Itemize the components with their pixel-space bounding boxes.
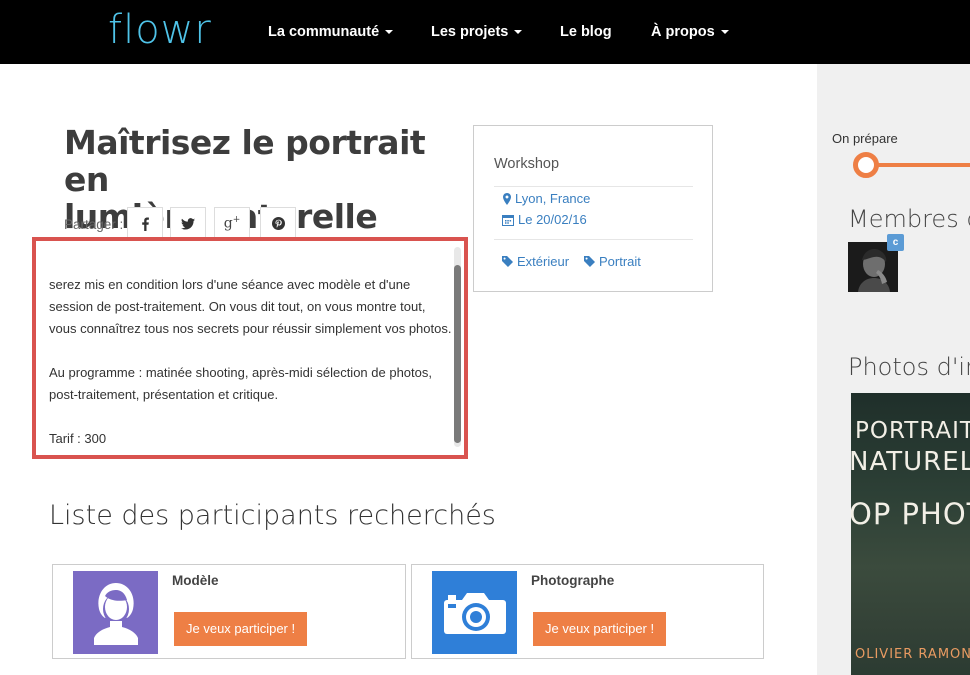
location-link[interactable]: Lyon, France — [503, 191, 590, 206]
inspiration-photo[interactable]: PORTRAIT EN NATURELLE OP PHOTO OLIVIER R… — [851, 393, 970, 675]
participate-button-photographe[interactable]: Je veux participer ! — [533, 612, 667, 646]
nav-item-blog[interactable]: Le blog — [560, 0, 612, 64]
role-card-photographe: Photographe Je veux participer ! — [411, 564, 764, 659]
nav-item-a-propos[interactable]: À propos — [651, 0, 729, 64]
google-plus-icon: g+ — [223, 215, 241, 232]
facebook-icon — [142, 217, 149, 231]
participate-button-modele[interactable]: Je veux participer ! — [174, 612, 308, 646]
project-description-box[interactable]: serez mis en condition lors d'une séance… — [32, 237, 468, 459]
divider — [494, 186, 693, 187]
tag-icon — [584, 256, 595, 267]
tag-portrait[interactable]: Portrait — [584, 254, 641, 269]
poster-text: PORTRAIT EN — [855, 418, 970, 444]
divider — [494, 239, 693, 240]
poster-text: OP PHOTO — [851, 497, 970, 531]
project-type: Workshop — [494, 156, 560, 172]
description-line-partial: Tarif : 300 — [49, 431, 107, 446]
tag-label: Portrait — [599, 254, 641, 269]
share-pinterest-button[interactable] — [260, 207, 296, 240]
members-heading: Membres du projet — [848, 205, 970, 233]
project-description: serez mis en condition lors d'une séance… — [49, 274, 461, 455]
role-name: Photographe — [531, 573, 615, 588]
nav-item-projets[interactable]: Les projets — [431, 0, 523, 64]
caret-down-icon — [385, 30, 394, 34]
nav-label: Les projets — [431, 24, 509, 40]
location-text: Lyon, France — [515, 191, 591, 206]
title-line-1: Maîtrisez le portrait en — [64, 123, 426, 199]
role-card-modele: Modèle Je veux participer ! — [52, 564, 406, 659]
camera-icon — [432, 571, 517, 654]
poster-text: NATURELLE — [851, 447, 970, 477]
progress-label: On prépare — [832, 131, 898, 146]
nav-label: Le blog — [560, 24, 612, 40]
scrollbar-thumb[interactable] — [454, 265, 461, 443]
description-line: vous connaîtrez tous nos secrets pour ré… — [49, 321, 452, 336]
share-facebook-button[interactable] — [127, 207, 163, 240]
caret-down-icon — [514, 30, 523, 34]
person-icon — [73, 571, 158, 654]
calendar-icon — [502, 214, 514, 226]
participants-heading: Liste des participants recherchés — [49, 500, 496, 531]
share-twitter-button[interactable] — [170, 207, 206, 240]
nav-label: La communauté — [268, 24, 380, 40]
nav-item-communaute[interactable]: La communauté — [268, 0, 394, 64]
top-navbar: flowr La communauté Les projets Le blog … — [0, 0, 970, 64]
share-google-plus-button[interactable]: g+ — [214, 207, 250, 240]
inspiration-photos-heading: Photos d'inspiration — [848, 353, 970, 381]
date-text: Le 20/02/16 — [518, 212, 587, 227]
caret-down-icon — [720, 30, 729, 34]
description-line: serez mis en condition lors d'une séance… — [49, 277, 411, 292]
tag-icon — [502, 256, 513, 267]
flowr-logo[interactable]: flowr — [108, 2, 212, 58]
description-line: post-traitement, présentation et critiqu… — [49, 387, 279, 402]
nav-label: À propos — [651, 24, 715, 40]
pinterest-icon — [271, 217, 285, 230]
tag-exterieur[interactable]: Extérieur — [502, 254, 569, 269]
role-name: Modèle — [172, 573, 219, 588]
poster-credit: OLIVIER RAMONTEU — [855, 647, 970, 662]
tag-label: Extérieur — [517, 254, 570, 269]
description-line: Au programme : matinée shooting, après-m… — [49, 365, 432, 380]
date-link[interactable]: Le 20/02/16 — [502, 212, 587, 227]
share-label: Partager : — [64, 217, 124, 232]
twitter-icon — [181, 217, 195, 230]
right-sidebar: On prépare Membres du projet c Photos d'… — [817, 64, 970, 675]
progress-step-marker — [853, 152, 879, 178]
project-info-card: Workshop Lyon, France Le 20/02/16 Extéri… — [473, 125, 713, 292]
description-line: session de post-traitement. On vous dit … — [49, 299, 426, 314]
map-marker-icon — [503, 192, 511, 205]
member-role-badge: c — [887, 234, 904, 251]
